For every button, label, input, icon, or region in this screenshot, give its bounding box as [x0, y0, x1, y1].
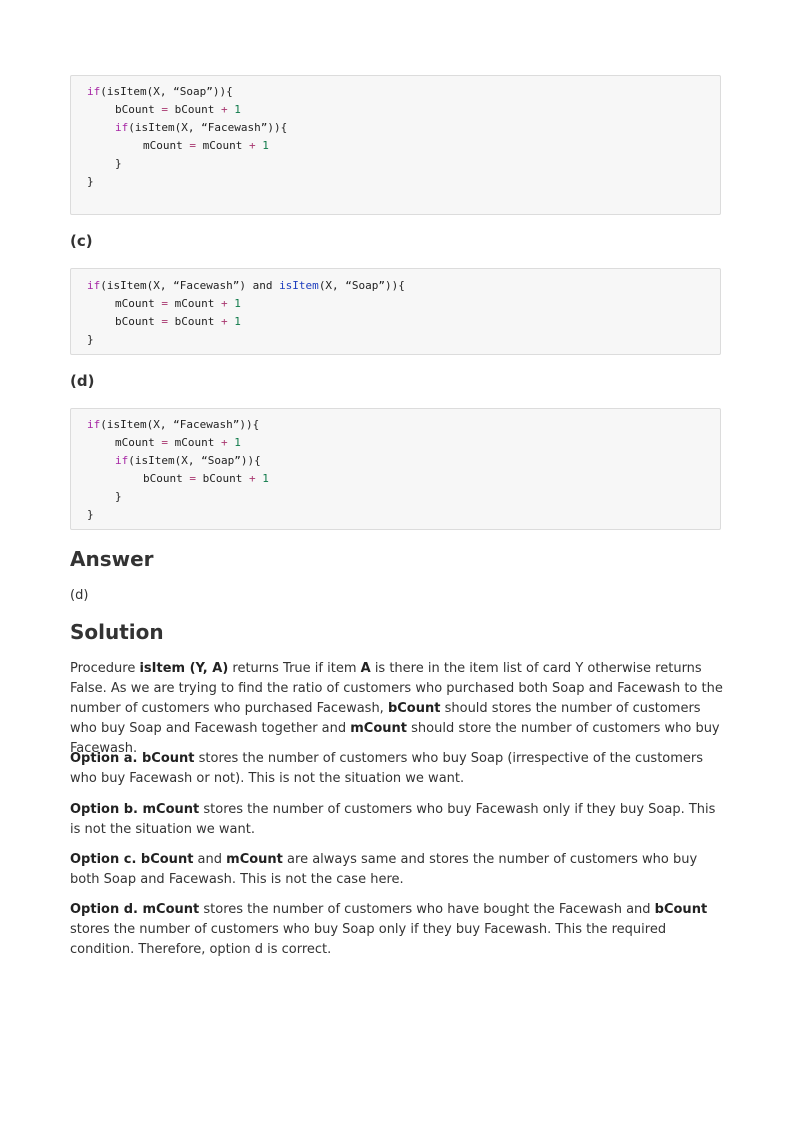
page: if(isItem(X, “Soap”)){ bCount = bCount +… [0, 0, 793, 1121]
code-text: (isItem(X, “Facewash”) and [100, 279, 280, 292]
code-number: 1 [255, 472, 269, 485]
code-line: } [115, 157, 122, 170]
code-text: bCount [115, 315, 162, 328]
text: stores the number of customers who have … [199, 902, 655, 917]
code-line: bCount = bCount + 1 [143, 470, 269, 488]
code-operator: + [220, 297, 228, 310]
code-text: bCount [167, 315, 221, 328]
solution-paragraph-intro: Procedure isItem (Y, A) returns True if … [70, 659, 725, 759]
option-label-d: (d) [70, 372, 95, 390]
code-text: (X, “Soap”)){ [318, 279, 405, 292]
code-operator: = [189, 139, 196, 152]
code-text: (isItem(X, “Soap”)){ [100, 85, 233, 98]
text: Procedure [70, 661, 140, 676]
code-line: } [87, 175, 94, 188]
code-line: if(isItem(X, “Soap”)){ [115, 452, 261, 470]
code-operator: = [161, 297, 168, 310]
code-line: } [115, 490, 122, 503]
code-line: mCount = mCount + 1 [143, 137, 269, 155]
code-text: mCount [167, 297, 221, 310]
code-operator: + [248, 472, 256, 485]
code-keyword: if [87, 85, 101, 98]
solution-paragraph-option-d: Option d. mCount stores the number of cu… [70, 900, 725, 960]
code-text: bCount [115, 103, 162, 116]
code-block-option-b: if(isItem(X, “Soap”)){ bCount = bCount +… [70, 75, 721, 215]
code-keyword: if [115, 121, 129, 134]
code-line: } [87, 508, 94, 521]
text: returns True if item [228, 661, 361, 676]
bold-text: mCount [226, 852, 283, 867]
code-number: 1 [227, 436, 241, 449]
solution-paragraph-option-a: Option a. bCount stores the number of cu… [70, 749, 725, 789]
answer-value: (d) [70, 588, 89, 603]
code-line: bCount = bCount + 1 [115, 313, 241, 331]
code-operator: = [161, 436, 168, 449]
code-text: (isItem(X, “Facewash”)){ [100, 418, 260, 431]
code-operator: = [189, 472, 196, 485]
answer-heading: Answer [70, 547, 154, 571]
bold-text: mCount [350, 721, 408, 736]
code-operator: + [220, 103, 228, 116]
code-keyword: if [87, 279, 101, 292]
code-keyword: if [115, 454, 129, 467]
text: and [193, 852, 227, 867]
code-line: if(isItem(X, “Facewash”)){ [115, 119, 287, 137]
code-operator: = [161, 315, 168, 328]
bold-text: Option a. bCount [70, 751, 195, 766]
code-operator: + [220, 436, 228, 449]
bold-text: bCount [654, 902, 708, 917]
code-text: mCount [195, 139, 249, 152]
bold-text: bCount [387, 701, 441, 716]
solution-paragraph-option-c: Option c. bCount and mCount are always s… [70, 850, 725, 890]
code-number: 1 [227, 315, 241, 328]
code-line: if(isItem(X, “Soap”)){ [87, 83, 233, 101]
code-operator: + [220, 315, 228, 328]
code-text: mCount [143, 139, 190, 152]
code-number: 1 [227, 103, 241, 116]
code-operator: + [248, 139, 256, 152]
code-block-option-c: if(isItem(X, “Facewash”) and isItem(X, “… [70, 268, 721, 355]
code-text: mCount [115, 436, 162, 449]
code-function: isItem [279, 279, 319, 292]
code-line: mCount = mCount + 1 [115, 434, 241, 452]
code-text: bCount [167, 103, 221, 116]
code-line: if(isItem(X, “Facewash”) and isItem(X, “… [87, 277, 405, 295]
code-number: 1 [255, 139, 269, 152]
bold-text: Option b. mCount [70, 802, 200, 817]
bold-text: A [360, 661, 371, 676]
solution-paragraph-option-b: Option b. mCount stores the number of cu… [70, 800, 725, 840]
code-line: bCount = bCount + 1 [115, 101, 241, 119]
code-operator: = [161, 103, 168, 116]
code-text: bCount [143, 472, 190, 485]
code-text: mCount [167, 436, 221, 449]
bold-text: Option d. mCount [70, 902, 200, 917]
code-text: mCount [115, 297, 162, 310]
option-label-c: (c) [70, 232, 93, 250]
bold-text: Option c. bCount [70, 852, 194, 867]
code-text: bCount [195, 472, 249, 485]
code-text: (isItem(X, “Soap”)){ [128, 454, 261, 467]
code-line: mCount = mCount + 1 [115, 295, 241, 313]
code-keyword: if [87, 418, 101, 431]
code-line: } [87, 333, 94, 346]
solution-heading: Solution [70, 620, 164, 644]
bold-text: isItem (Y, A) [139, 661, 229, 676]
code-block-option-d: if(isItem(X, “Facewash”)){ mCount = mCou… [70, 408, 721, 530]
code-line: if(isItem(X, “Facewash”)){ [87, 416, 259, 434]
code-text: (isItem(X, “Facewash”)){ [128, 121, 288, 134]
code-number: 1 [227, 297, 241, 310]
text: stores the number of customers who buy S… [70, 922, 667, 957]
